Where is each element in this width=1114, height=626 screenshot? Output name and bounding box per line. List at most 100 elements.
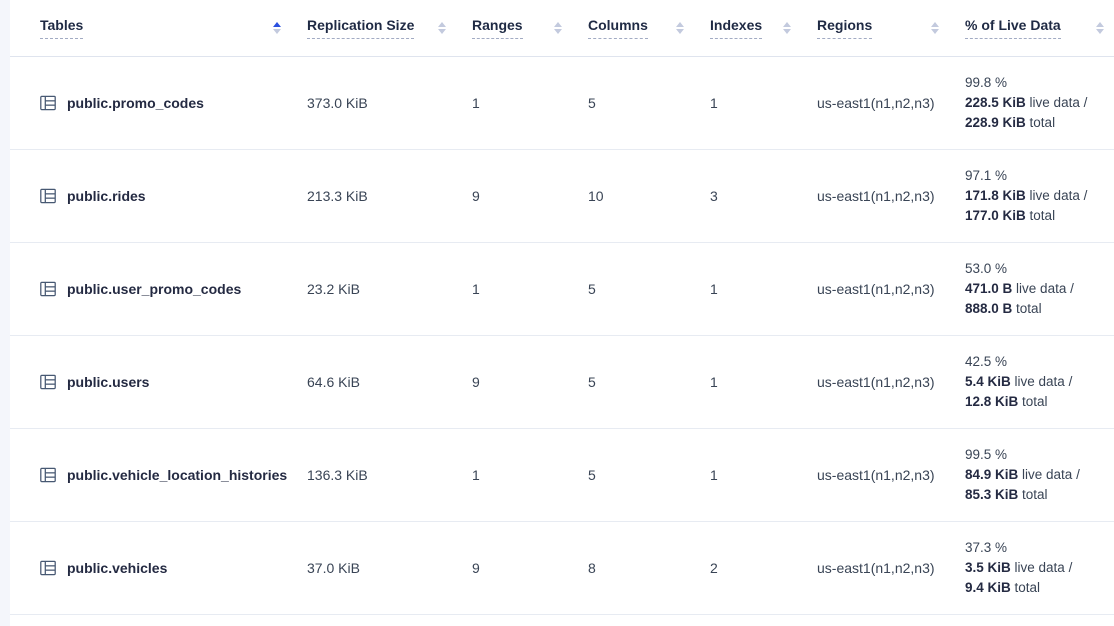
total-size-line: 177.0 KiB total: [965, 206, 1102, 226]
sort-icon: [1096, 22, 1104, 34]
column-header-regions[interactable]: Regions: [817, 17, 965, 39]
live-data-percent: 99.8 %: [965, 73, 1102, 93]
live-data-size-line: 3.5 KiB live data /: [965, 558, 1102, 578]
table-icon: [39, 187, 57, 205]
column-header-label: Tables: [40, 17, 83, 39]
table-header-row: Tables Replication Size Ranges Columns I…: [10, 0, 1114, 57]
replication-size-cell: 64.6 KiB: [307, 374, 472, 390]
column-header-columns[interactable]: Columns: [588, 17, 710, 39]
columns-cell: 5: [588, 95, 710, 111]
indexes-cell: 1: [710, 374, 817, 390]
ranges-cell: 1: [472, 467, 588, 483]
column-header-live-data[interactable]: % of Live Data: [965, 17, 1114, 39]
column-header-label: Replication Size: [307, 17, 414, 39]
replication-size-cell: 23.2 KiB: [307, 281, 472, 297]
ranges-cell: 1: [472, 95, 588, 111]
sort-icon: [554, 22, 562, 34]
live-data-percent: 53.0 %: [965, 259, 1102, 279]
indexes-cell: 1: [710, 281, 817, 297]
ranges-cell: 9: [472, 188, 588, 204]
table-body: public.promo_codes 373.0 KiB 1 5 1 us-ea…: [10, 57, 1114, 615]
columns-cell: 5: [588, 281, 710, 297]
total-size-line: 85.3 KiB total: [965, 485, 1102, 505]
live-data-size-line: 171.8 KiB live data /: [965, 186, 1102, 206]
table-name-link[interactable]: public.vehicles: [67, 560, 167, 576]
column-header-label: % of Live Data: [965, 17, 1061, 39]
regions-cell: us-east1(n1,n2,n3): [817, 188, 965, 204]
table-name-link[interactable]: public.user_promo_codes: [67, 281, 241, 297]
total-size-line: 9.4 KiB total: [965, 578, 1102, 598]
total-size-line: 228.9 KiB total: [965, 113, 1102, 133]
table-icon: [39, 466, 57, 484]
table-name-cell: public.vehicles: [10, 559, 307, 577]
table-row[interactable]: public.vehicle_location_histories 136.3 …: [10, 429, 1114, 522]
indexes-cell: 2: [710, 560, 817, 576]
indexes-cell: 1: [710, 95, 817, 111]
ranges-cell: 1: [472, 281, 588, 297]
total-size-line: 888.0 B total: [965, 299, 1102, 319]
sort-icon: [676, 22, 684, 34]
sort-icon: [783, 22, 791, 34]
replication-size-cell: 373.0 KiB: [307, 95, 472, 111]
table-icon: [39, 94, 57, 112]
live-data-size-line: 84.9 KiB live data /: [965, 465, 1102, 485]
column-header-label: Columns: [588, 17, 648, 39]
table-row[interactable]: public.users 64.6 KiB 9 5 1 us-east1(n1,…: [10, 336, 1114, 429]
indexes-cell: 3: [710, 188, 817, 204]
column-header-label: Indexes: [710, 17, 762, 39]
column-header-tables[interactable]: Tables: [10, 17, 307, 39]
table-name-link[interactable]: public.rides: [67, 188, 146, 204]
live-data-percent: 99.5 %: [965, 445, 1102, 465]
table-row[interactable]: public.user_promo_codes 23.2 KiB 1 5 1 u…: [10, 243, 1114, 336]
regions-cell: us-east1(n1,n2,n3): [817, 281, 965, 297]
table-name-cell: public.user_promo_codes: [10, 280, 307, 298]
replication-size-cell: 213.3 KiB: [307, 188, 472, 204]
live-data-percent: 42.5 %: [965, 352, 1102, 372]
table-name-cell: public.rides: [10, 187, 307, 205]
columns-cell: 8: [588, 560, 710, 576]
table-row[interactable]: public.rides 213.3 KiB 9 10 3 us-east1(n…: [10, 150, 1114, 243]
table-row[interactable]: public.vehicles 37.0 KiB 9 8 2 us-east1(…: [10, 522, 1114, 615]
table-name-link[interactable]: public.users: [67, 374, 149, 390]
column-header-replication-size[interactable]: Replication Size: [307, 17, 472, 39]
columns-cell: 5: [588, 374, 710, 390]
table-name-link[interactable]: public.vehicle_location_histories: [67, 467, 287, 483]
replication-size-cell: 136.3 KiB: [307, 467, 472, 483]
regions-cell: us-east1(n1,n2,n3): [817, 560, 965, 576]
table-name-cell: public.vehicle_location_histories: [10, 466, 307, 484]
live-data-cell: 99.8 % 228.5 KiB live data / 228.9 KiB t…: [965, 73, 1114, 133]
sort-icon: [438, 22, 446, 34]
live-data-cell: 42.5 % 5.4 KiB live data / 12.8 KiB tota…: [965, 352, 1114, 412]
table-icon: [39, 280, 57, 298]
sort-icon: [931, 22, 939, 34]
tables-page: Tables Replication Size Ranges Columns I…: [0, 0, 1114, 626]
ranges-cell: 9: [472, 374, 588, 390]
live-data-percent: 37.3 %: [965, 538, 1102, 558]
live-data-size-line: 228.5 KiB live data /: [965, 93, 1102, 113]
live-data-percent: 97.1 %: [965, 166, 1102, 186]
columns-cell: 10: [588, 188, 710, 204]
table-icon: [39, 373, 57, 391]
ranges-cell: 9: [472, 560, 588, 576]
total-size-line: 12.8 KiB total: [965, 392, 1102, 412]
regions-cell: us-east1(n1,n2,n3): [817, 467, 965, 483]
table-name-cell: public.users: [10, 373, 307, 391]
column-header-ranges[interactable]: Ranges: [472, 17, 588, 39]
table-icon: [39, 559, 57, 577]
table-name-link[interactable]: public.promo_codes: [67, 95, 204, 111]
live-data-cell: 99.5 % 84.9 KiB live data / 85.3 KiB tot…: [965, 445, 1114, 505]
column-header-label: Regions: [817, 17, 872, 39]
tables-table-card: Tables Replication Size Ranges Columns I…: [10, 0, 1114, 626]
indexes-cell: 1: [710, 467, 817, 483]
column-header-label: Ranges: [472, 17, 523, 39]
live-data-cell: 97.1 % 171.8 KiB live data / 177.0 KiB t…: [965, 166, 1114, 226]
regions-cell: us-east1(n1,n2,n3): [817, 374, 965, 390]
live-data-size-line: 5.4 KiB live data /: [965, 372, 1102, 392]
live-data-cell: 37.3 % 3.5 KiB live data / 9.4 KiB total: [965, 538, 1114, 598]
table-name-cell: public.promo_codes: [10, 94, 307, 112]
live-data-size-line: 471.0 B live data /: [965, 279, 1102, 299]
regions-cell: us-east1(n1,n2,n3): [817, 95, 965, 111]
column-header-indexes[interactable]: Indexes: [710, 17, 817, 39]
table-row[interactable]: public.promo_codes 373.0 KiB 1 5 1 us-ea…: [10, 57, 1114, 150]
sort-icon: [273, 22, 281, 34]
